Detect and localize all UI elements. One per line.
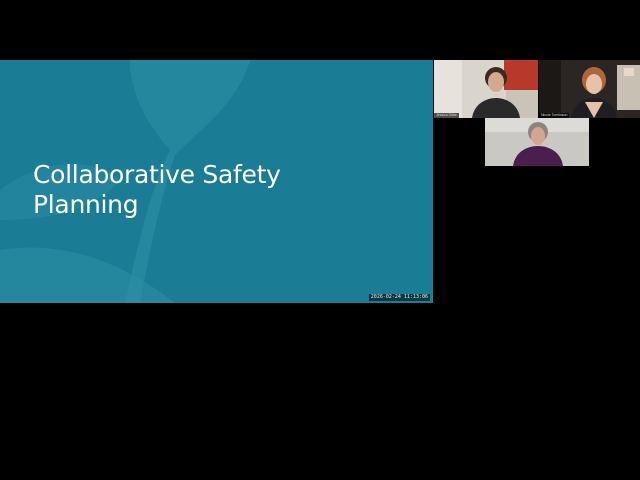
participant-video-tile[interactable]: Nicole Tomlinson	[539, 60, 640, 118]
participant-video-feed	[485, 118, 589, 166]
participant-video-tile[interactable]	[485, 118, 589, 166]
participant-video-feed	[539, 60, 640, 118]
participant-video-feed	[434, 60, 538, 118]
slide-title: Collaborative Safety Planning	[33, 160, 281, 219]
shared-screen-slide: Collaborative Safety Planning 2026-02-24…	[0, 60, 433, 303]
participant-video-tile[interactable]: Jessica Gilbe	[434, 60, 538, 118]
recording-timestamp: 2026-02-24 11:13:06	[368, 294, 430, 301]
participant-name-label: Jessica Gilbe	[434, 113, 459, 118]
